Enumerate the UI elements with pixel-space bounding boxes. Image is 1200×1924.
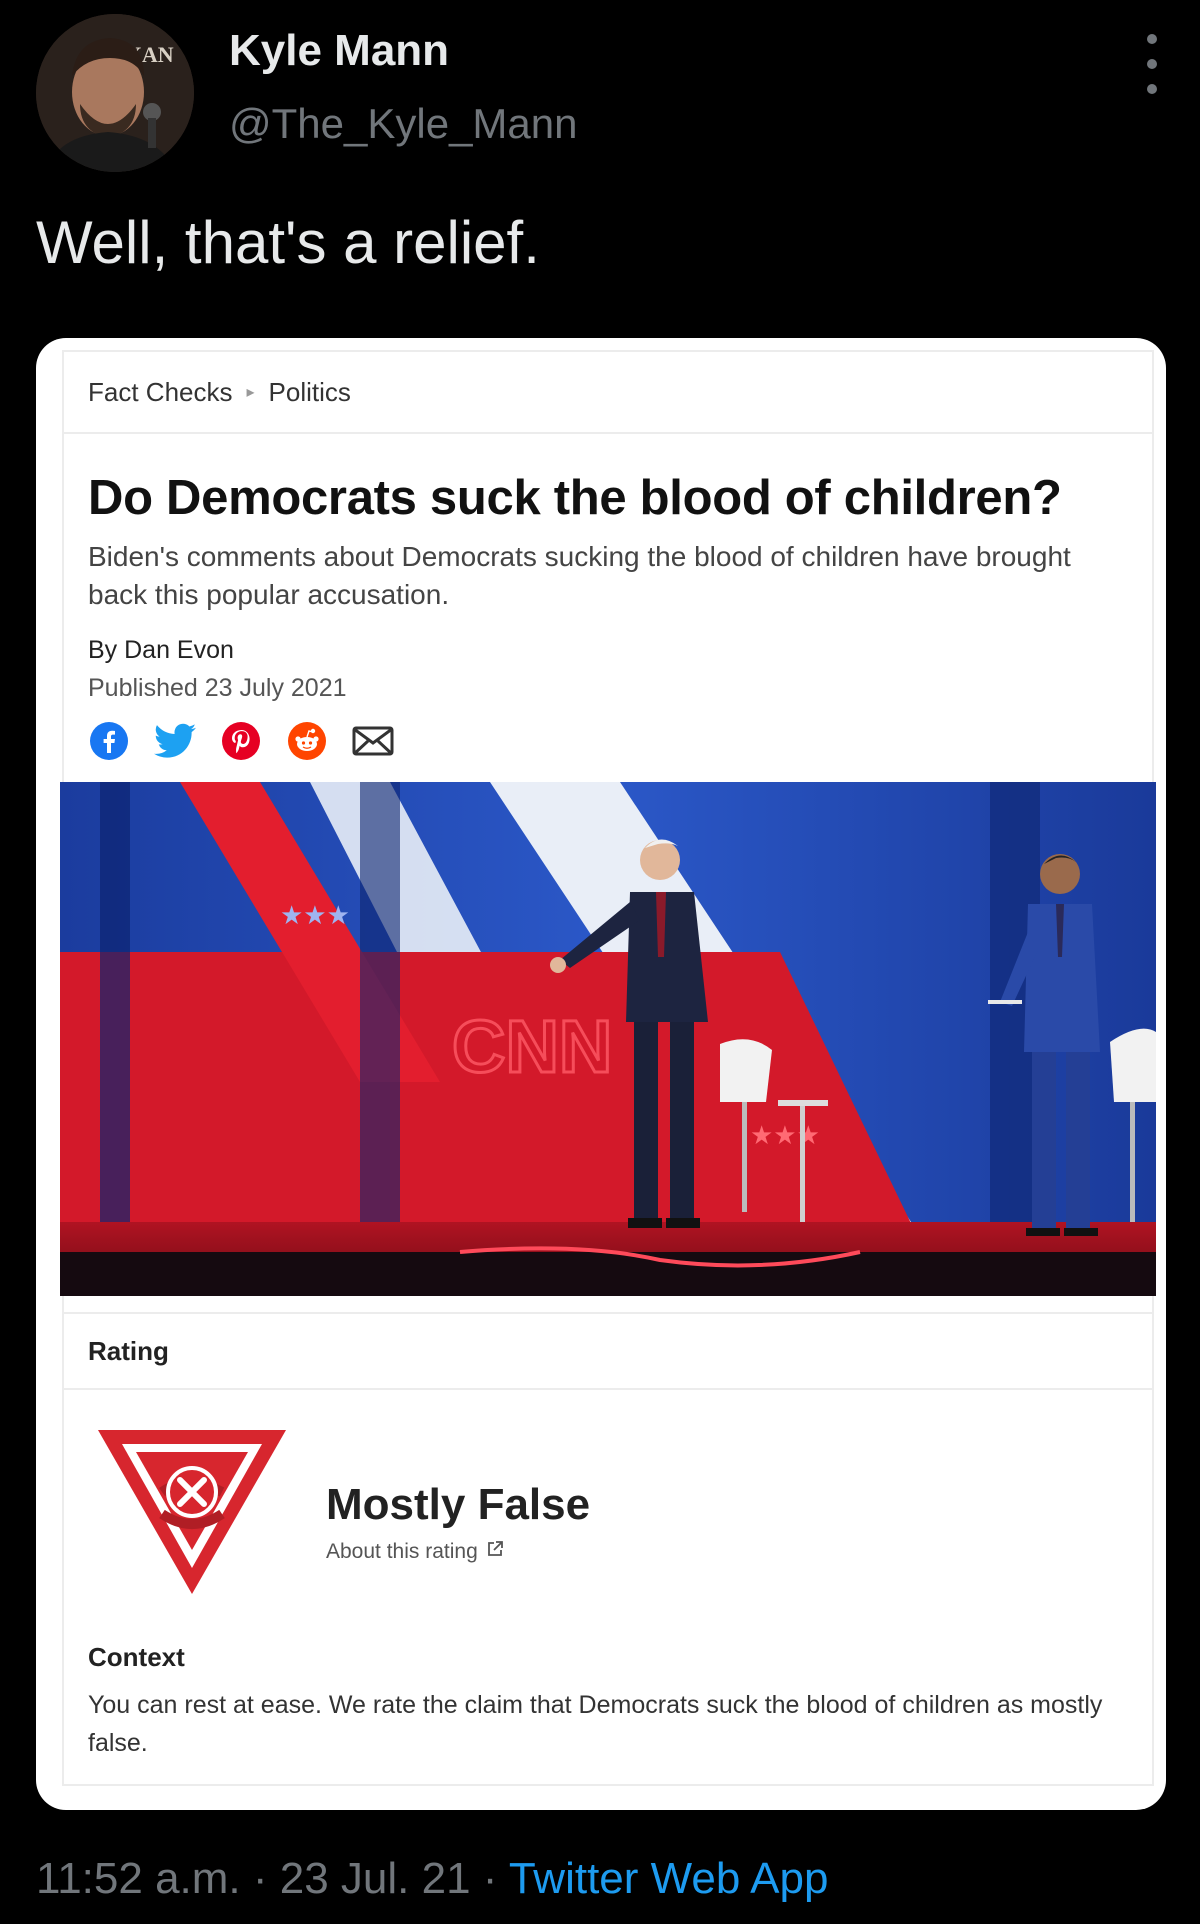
profile-photo-icon: XAN (36, 14, 194, 172)
twitter-icon[interactable] (154, 720, 196, 762)
article-subhead: Biden's comments about Democrats sucking… (88, 541, 1071, 610)
breadcrumb-politics[interactable]: Politics (269, 377, 351, 408)
context-title: Context (88, 1642, 185, 1672)
tweet-header: XAN Kyle Mann @The_Kyle_Mann (36, 14, 1166, 174)
mostly-false-icon (92, 1422, 292, 1602)
user-handle[interactable]: @The_Kyle_Mann (229, 100, 578, 148)
share-buttons (88, 720, 394, 762)
article-hero-image: ★★★ CNN ★★★ (60, 782, 1156, 1296)
svg-text:★★★: ★★★ (750, 1120, 820, 1150)
reddit-icon[interactable] (286, 720, 328, 762)
rating-value: Mostly False (326, 1480, 591, 1529)
cnn-logo-text: CNN (452, 1005, 612, 1088)
source-app-link[interactable]: Twitter Web App (509, 1854, 829, 1903)
article-byline: By Dan Evon (88, 636, 234, 664)
article-published-date: Published 23 July 2021 (88, 674, 347, 702)
town-hall-photo: ★★★ CNN ★★★ (60, 782, 1156, 1296)
dot (1147, 59, 1157, 69)
about-rating-label: About this rating (326, 1540, 478, 1563)
about-rating-link[interactable]: About this rating (326, 1540, 504, 1564)
display-name[interactable]: Kyle Mann (229, 26, 449, 76)
embedded-image-card[interactable]: Fact Checks ▸ Politics Do Democrats suck… (36, 338, 1166, 1810)
article-headline: Do Democrats suck the blood of children? (88, 471, 1062, 525)
facebook-icon[interactable] (88, 720, 130, 762)
tweet-timestamp: 11:52 a.m. · 23 Jul. 21 · Twitter Web Ap… (36, 1854, 828, 1904)
dot (1147, 84, 1157, 94)
chevron-right-icon: ▸ (246, 384, 255, 401)
timestamp-text[interactable]: 11:52 a.m. · 23 Jul. 21 · (36, 1854, 509, 1903)
dot (1147, 34, 1157, 44)
email-icon[interactable] (352, 720, 394, 762)
context-body: You can rest at ease. We rate the claim … (88, 1691, 1103, 1757)
breadcrumb: Fact Checks ▸ Politics (64, 352, 1152, 434)
svg-text:★★★: ★★★ (280, 900, 350, 930)
avatar[interactable]: XAN (36, 14, 194, 172)
tweet-text: Well, that's a relief. (36, 209, 540, 276)
rating-section-header: Rating (64, 1312, 1152, 1390)
pinterest-icon[interactable] (220, 720, 262, 762)
article-screenshot: Fact Checks ▸ Politics Do Democrats suck… (60, 350, 1156, 1786)
breadcrumb-fact-checks[interactable]: Fact Checks (88, 377, 233, 408)
external-link-icon (486, 1540, 504, 1564)
more-options-icon[interactable] (1138, 34, 1166, 94)
